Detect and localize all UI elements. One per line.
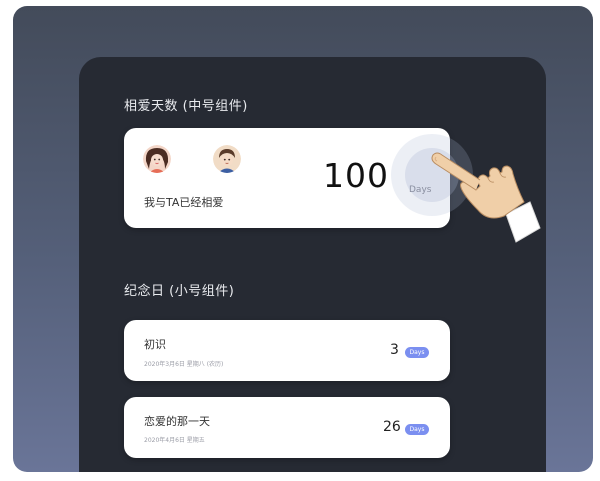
anniversary-date: 2020年3月6日 星期八 (农历)	[144, 361, 224, 368]
days-badge: Days	[405, 424, 429, 435]
love-days-medium-widget[interactable]: 我与TA已经相爱 100 Days	[124, 128, 473, 228]
medium-widget-section-title: 相爱天数 (中号组件)	[124, 99, 248, 114]
male-avatar-icon	[213, 145, 241, 173]
love-subtitle: 我与TA已经相爱	[144, 196, 224, 209]
anniversary-count: 3	[390, 342, 399, 358]
anniversary-count: 26	[383, 419, 401, 435]
small-widget-section-title: 纪念日 (小号组件)	[124, 284, 235, 299]
love-days-count: 100	[323, 156, 389, 195]
pointing-hand-icon	[418, 124, 548, 254]
anniversary-title: 恋爱的那一天	[144, 415, 210, 428]
anniversary-date: 2020年4月6日 星期五	[144, 437, 205, 444]
anniversary-card[interactable]: 初识 2020年3月6日 星期八 (农历) 3 Days	[124, 320, 450, 381]
anniversary-title: 初识	[144, 338, 166, 351]
widget-panel: 相爱天数 (中号组件) 我与TA已经相爱 100 Days 纪念日 (小号组件)…	[79, 57, 546, 472]
female-avatar-icon	[143, 145, 171, 173]
days-badge: Days	[405, 347, 429, 358]
anniversary-card[interactable]: 恋爱的那一天 2020年4月6日 星期五 26 Days	[124, 397, 450, 458]
